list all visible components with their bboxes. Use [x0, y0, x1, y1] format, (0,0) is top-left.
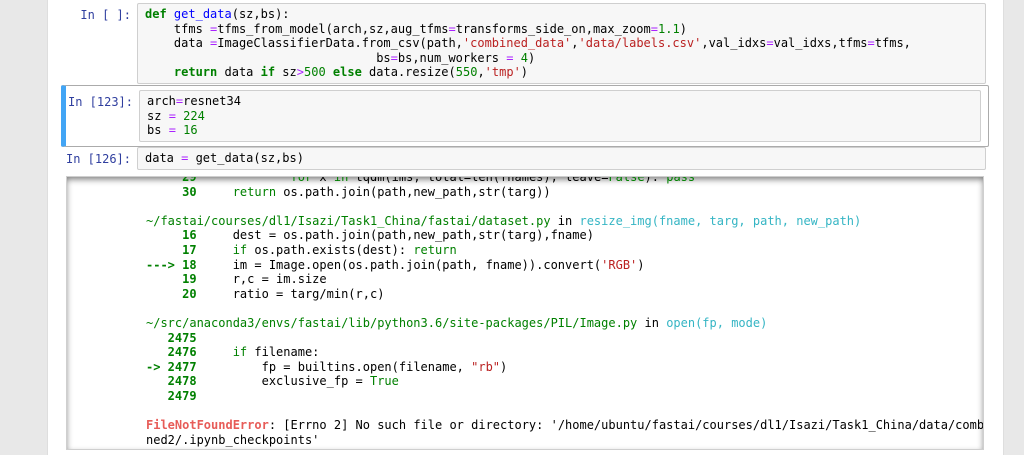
notebook-container: In [ ]: def get_data(sz,bs): tfms =tfms_…	[47, 0, 1004, 455]
code-line: data = get_data(sz,bs)	[145, 151, 978, 166]
code-line: ~/fastai/courses/dl1/Isazi/Task1_China/f…	[146, 214, 975, 229]
code-line: 20 ratio = targ/min(r,c)	[146, 287, 975, 302]
code-line	[146, 199, 975, 214]
code-line: 2479	[146, 389, 975, 404]
code-line: 16 dest = os.path.join(path,new_path,str…	[146, 228, 975, 243]
code-line: 19 r,c = im.size	[146, 272, 975, 287]
code-line: FileNotFoundError: [Errno 2] No such fil…	[146, 418, 975, 433]
code-line: -> 2477 fp = builtins.open(filename, "rb…	[146, 360, 975, 375]
code-line: 2475	[146, 331, 975, 346]
input-prompt: In [ ]:	[48, 3, 137, 23]
input-prompt: In [123]:	[66, 90, 139, 110]
code-input-get-data[interactable]: def get_data(sz,bs): tfms =tfms_from_mod…	[137, 3, 986, 84]
code-line	[146, 301, 975, 316]
code-line: ---> 18 im = Image.open(os.path.join(pat…	[146, 258, 975, 273]
code-line: 2478 exclusive_fp = True	[146, 374, 975, 389]
code-line: sz = 224	[147, 109, 973, 124]
code-cell-run-get-data[interactable]: In [126]: data = get_data(sz,bs)	[48, 147, 1003, 170]
code-editor[interactable]: def get_data(sz,bs): tfms =tfms_from_mod…	[145, 7, 978, 80]
code-cell-params-selected[interactable]: In [123]: arch=resnet34sz = 224bs = 16	[61, 85, 989, 147]
code-line: bs = 16	[147, 123, 973, 138]
code-line	[146, 404, 975, 419]
code-input-run[interactable]: data = get_data(sz,bs)	[137, 147, 986, 170]
code-cell-get-data[interactable]: In [ ]: def get_data(sz,bs): tfms =tfms_…	[48, 3, 1003, 84]
code-line: def get_data(sz,bs):	[145, 7, 978, 22]
code-line: return data if sz>500 else data.resize(5…	[145, 65, 978, 80]
jupyter-notebook-page: In [ ]: def get_data(sz,bs): tfms =tfms_…	[0, 0, 1024, 455]
code-line: 17 if os.path.exists(dest): return	[146, 243, 975, 258]
code-line: arch=resnet34	[147, 94, 973, 109]
code-line: tfms =tfms_from_model(arch,sz,aug_tfms=t…	[145, 22, 978, 37]
input-prompt: In [126]:	[48, 147, 137, 167]
code-line: 29 for x in tqdm(ims, total=len(fnames),…	[146, 176, 975, 185]
code-line: ~/src/anaconda3/envs/fastai/lib/python3.…	[146, 316, 975, 331]
code-input-params[interactable]: arch=resnet34sz = 224bs = 16	[139, 90, 981, 142]
output-traceback-area[interactable]: 29 for x in tqdm(ims, total=len(fnames),…	[66, 176, 984, 450]
code-line: bs=bs,num_workers = 4)	[145, 51, 978, 66]
code-editor[interactable]: data = get_data(sz,bs)	[145, 151, 978, 166]
code-line: 2476 if filename:	[146, 345, 975, 360]
code-line: ned2/.ipynb_checkpoints'	[146, 433, 975, 448]
code-editor[interactable]: arch=resnet34sz = 224bs = 16	[147, 94, 973, 138]
traceback-text: 29 for x in tqdm(ims, total=len(fnames),…	[67, 176, 983, 447]
code-line: 30 return os.path.join(path,new_path,str…	[146, 185, 975, 200]
code-line: data =ImageClassifierData.from_csv(path,…	[145, 36, 978, 51]
